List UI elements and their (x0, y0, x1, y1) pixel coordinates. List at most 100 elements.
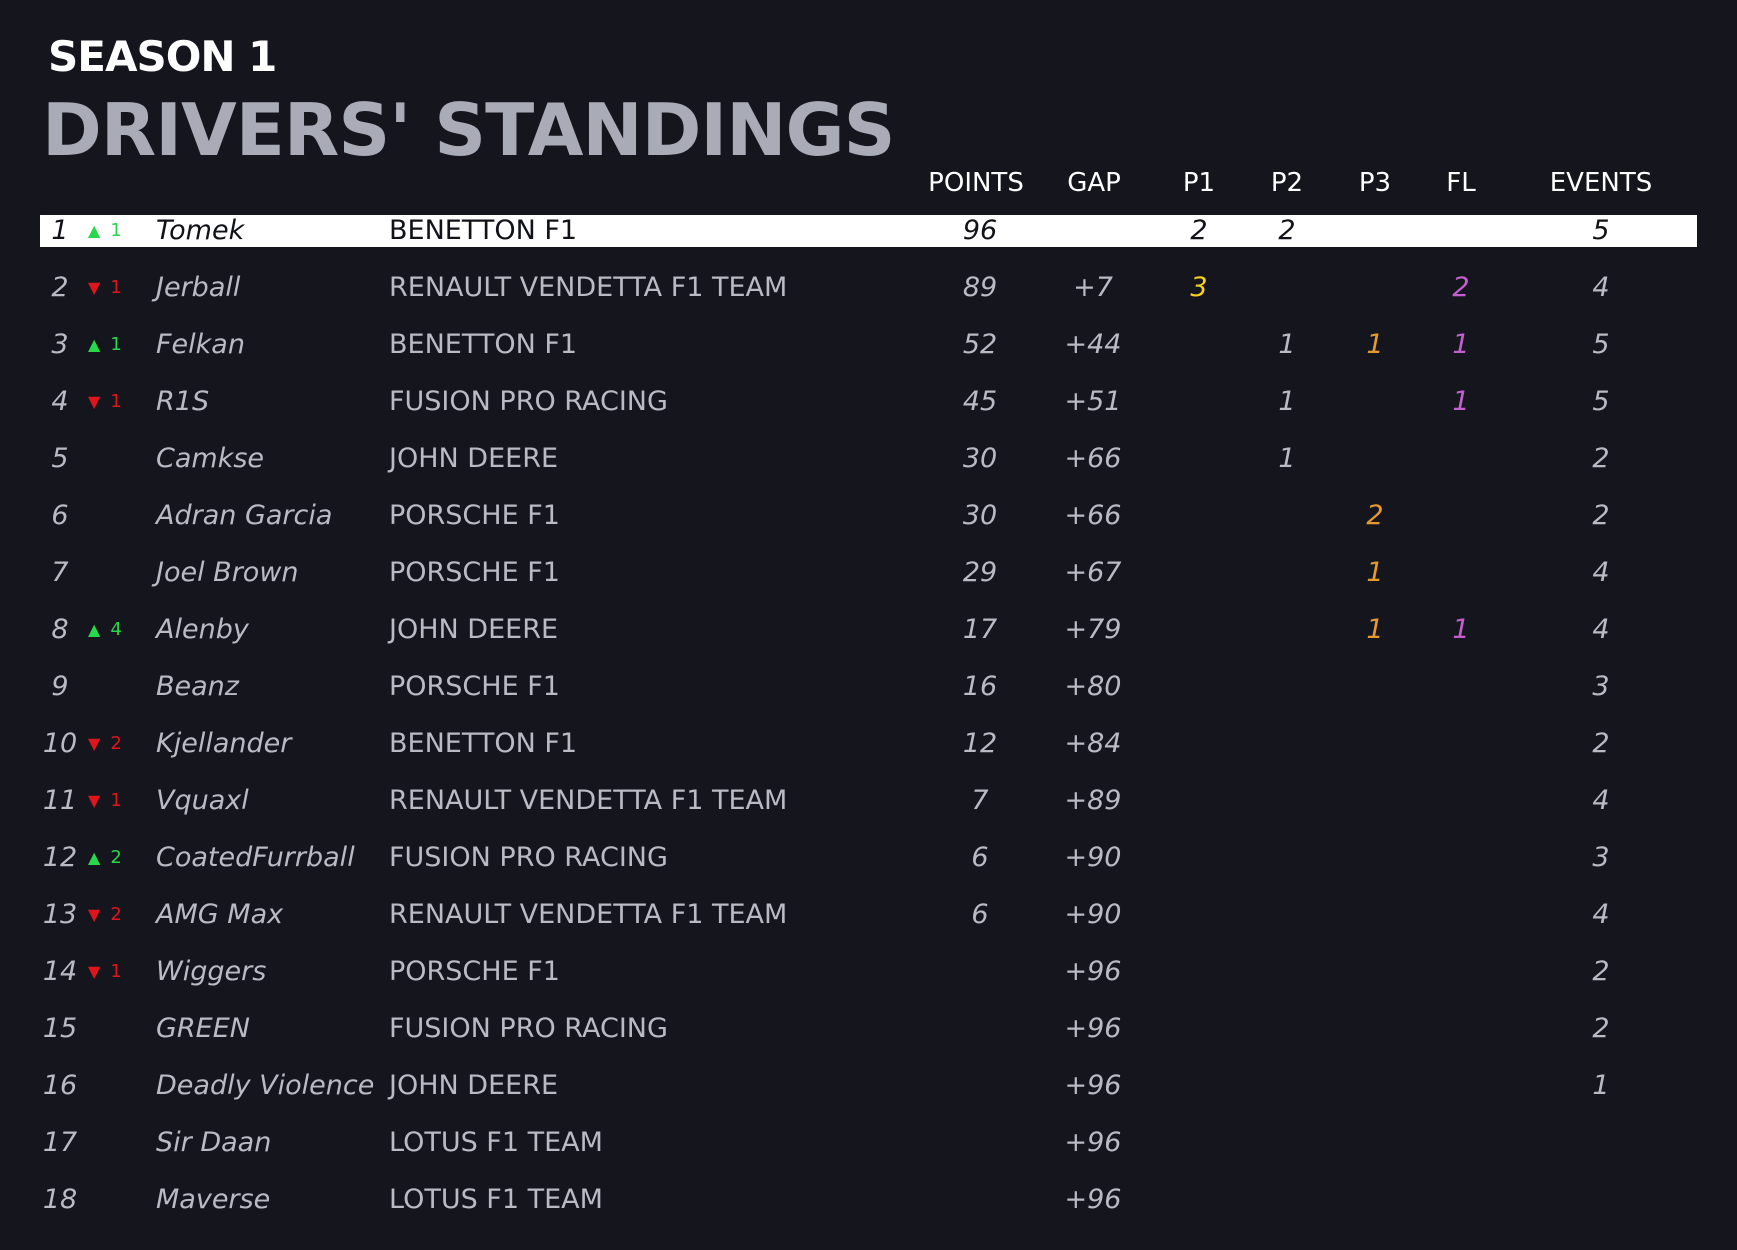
table-row: 14 ▼ 1 Wiggers PORSCHE F1 +96 2 (40, 956, 1697, 988)
table-row: 3 ▲ 1 Felkan BENETTON F1 52 +44 1 1 1 5 (40, 329, 1697, 361)
gap-value: +79 (1064, 614, 1122, 645)
points-value: 52 (962, 329, 998, 360)
p2-value: 1 (1278, 443, 1296, 474)
change-value: 2 (110, 733, 122, 754)
events-value: 3 (1592, 671, 1610, 702)
arrow-up-icon: ▲ (88, 620, 101, 639)
change-value: 1 (110, 220, 122, 241)
position: 10 (42, 728, 78, 759)
team-name: FUSION PRO RACING (389, 1013, 668, 1044)
change-value: 1 (110, 391, 122, 412)
team-name: PORSCHE F1 (389, 671, 560, 702)
change-value: 1 (110, 790, 122, 811)
gap-value: +96 (1064, 1127, 1122, 1158)
position-change: ▼ 1 (88, 386, 122, 418)
arrow-up-icon: ▲ (88, 221, 101, 240)
driver-name: Deadly Violence (156, 1070, 375, 1101)
team-name: FUSION PRO RACING (389, 842, 668, 873)
table-row: 17 Sir Daan LOTUS F1 TEAM +96 (40, 1127, 1697, 1159)
position-change: ▲ 2 (88, 842, 122, 874)
position: 9 (51, 671, 69, 702)
change-value: 1 (110, 334, 122, 355)
table-row: 2 ▼ 1 Jerball RENAULT VENDETTA F1 TEAM 89 +7 3 2… (40, 272, 1697, 304)
driver-name: Sir Daan (156, 1127, 272, 1158)
position-change: ▲ 4 (88, 614, 122, 646)
gap-value: +96 (1064, 1013, 1122, 1044)
change-value: 1 (110, 277, 122, 298)
points-value: 89 (962, 272, 998, 303)
page-title: DRIVERS' STANDINGS (42, 88, 895, 172)
driver-name: Joel Brown (156, 557, 299, 588)
driver-name: Beanz (156, 671, 239, 702)
driver-name: CoatedFurrball (156, 842, 355, 873)
p1-value: 3 (1190, 272, 1208, 303)
team-name: PORSCHE F1 (389, 956, 560, 987)
points-value: 29 (962, 557, 998, 588)
p2-value: 1 (1278, 386, 1296, 417)
driver-name: Jerball (156, 272, 241, 303)
position-change: ▲ 1 (88, 215, 122, 247)
events-value: 5 (1592, 329, 1610, 360)
position-change: ▼ 2 (88, 728, 122, 760)
gap-value: +90 (1064, 842, 1122, 873)
points-value: 6 (971, 842, 989, 873)
gap-value: +7 (1073, 272, 1113, 303)
gap-value: +66 (1064, 443, 1122, 474)
table-row: 8 ▲ 4 Alenby JOHN DEERE 17 +79 1 1 4 (40, 614, 1697, 646)
driver-name: Vquaxl (156, 785, 249, 816)
position: 12 (42, 842, 78, 873)
position: 11 (42, 785, 78, 816)
change-value: 2 (110, 847, 122, 868)
gap-value: +44 (1064, 329, 1122, 360)
driver-name: GREEN (156, 1013, 250, 1044)
events-value: 1 (1592, 1070, 1610, 1101)
team-name: BENETTON F1 (389, 329, 578, 360)
p2-value: 1 (1278, 329, 1296, 360)
header-fl: FL (1446, 168, 1476, 198)
position: 1 (51, 215, 69, 246)
events-value: 5 (1592, 215, 1610, 246)
team-name: BENETTON F1 (389, 215, 578, 246)
driver-name: R1S (156, 386, 210, 417)
arrow-down-icon: ▼ (88, 734, 101, 753)
table-row: 5 Camkse JOHN DEERE 30 +66 1 2 (40, 443, 1697, 475)
p3-value: 1 (1366, 614, 1384, 645)
events-value: 2 (1592, 728, 1610, 759)
position-change: ▼ 2 (88, 899, 122, 931)
position: 7 (51, 557, 69, 588)
driver-name: AMG Max (156, 899, 284, 930)
change-value: 2 (110, 904, 122, 925)
driver-name: Tomek (156, 215, 245, 246)
p2-value: 2 (1278, 215, 1296, 246)
points-value: 7 (971, 785, 989, 816)
position-change: ▼ 1 (88, 956, 122, 988)
gap-value: +80 (1064, 671, 1122, 702)
driver-name: Kjellander (156, 728, 292, 759)
p1-value: 2 (1190, 215, 1208, 246)
position: 17 (42, 1127, 78, 1158)
points-value: 17 (962, 614, 998, 645)
table-row: 6 Adran Garcia PORSCHE F1 30 +66 2 2 (40, 500, 1697, 532)
table-row: 12 ▲ 2 CoatedFurrball FUSION PRO RACING 6 +90 3 (40, 842, 1697, 874)
points-value: 45 (962, 386, 998, 417)
position: 13 (42, 899, 78, 930)
points-value: 6 (971, 899, 989, 930)
events-value: 2 (1592, 500, 1610, 531)
fl-value: 2 (1452, 272, 1470, 303)
table-row: 11 ▼ 1 Vquaxl RENAULT VENDETTA F1 TEAM 7 +89 4 (40, 785, 1697, 817)
change-value: 1 (110, 961, 122, 982)
driver-name: Camkse (156, 443, 265, 474)
arrow-down-icon: ▼ (88, 962, 101, 981)
gap-value: +66 (1064, 500, 1122, 531)
gap-value: +96 (1064, 1184, 1122, 1215)
position: 8 (51, 614, 69, 645)
events-value: 2 (1592, 443, 1610, 474)
change-value: 4 (110, 619, 122, 640)
p3-value: 1 (1366, 329, 1384, 360)
gap-value: +96 (1064, 1070, 1122, 1101)
header-gap: GAP (1067, 168, 1121, 198)
table-row: 16 Deadly Violence JOHN DEERE +96 1 (40, 1070, 1697, 1102)
position: 6 (51, 500, 69, 531)
header-p3: P3 (1358, 168, 1392, 198)
position: 2 (51, 272, 69, 303)
